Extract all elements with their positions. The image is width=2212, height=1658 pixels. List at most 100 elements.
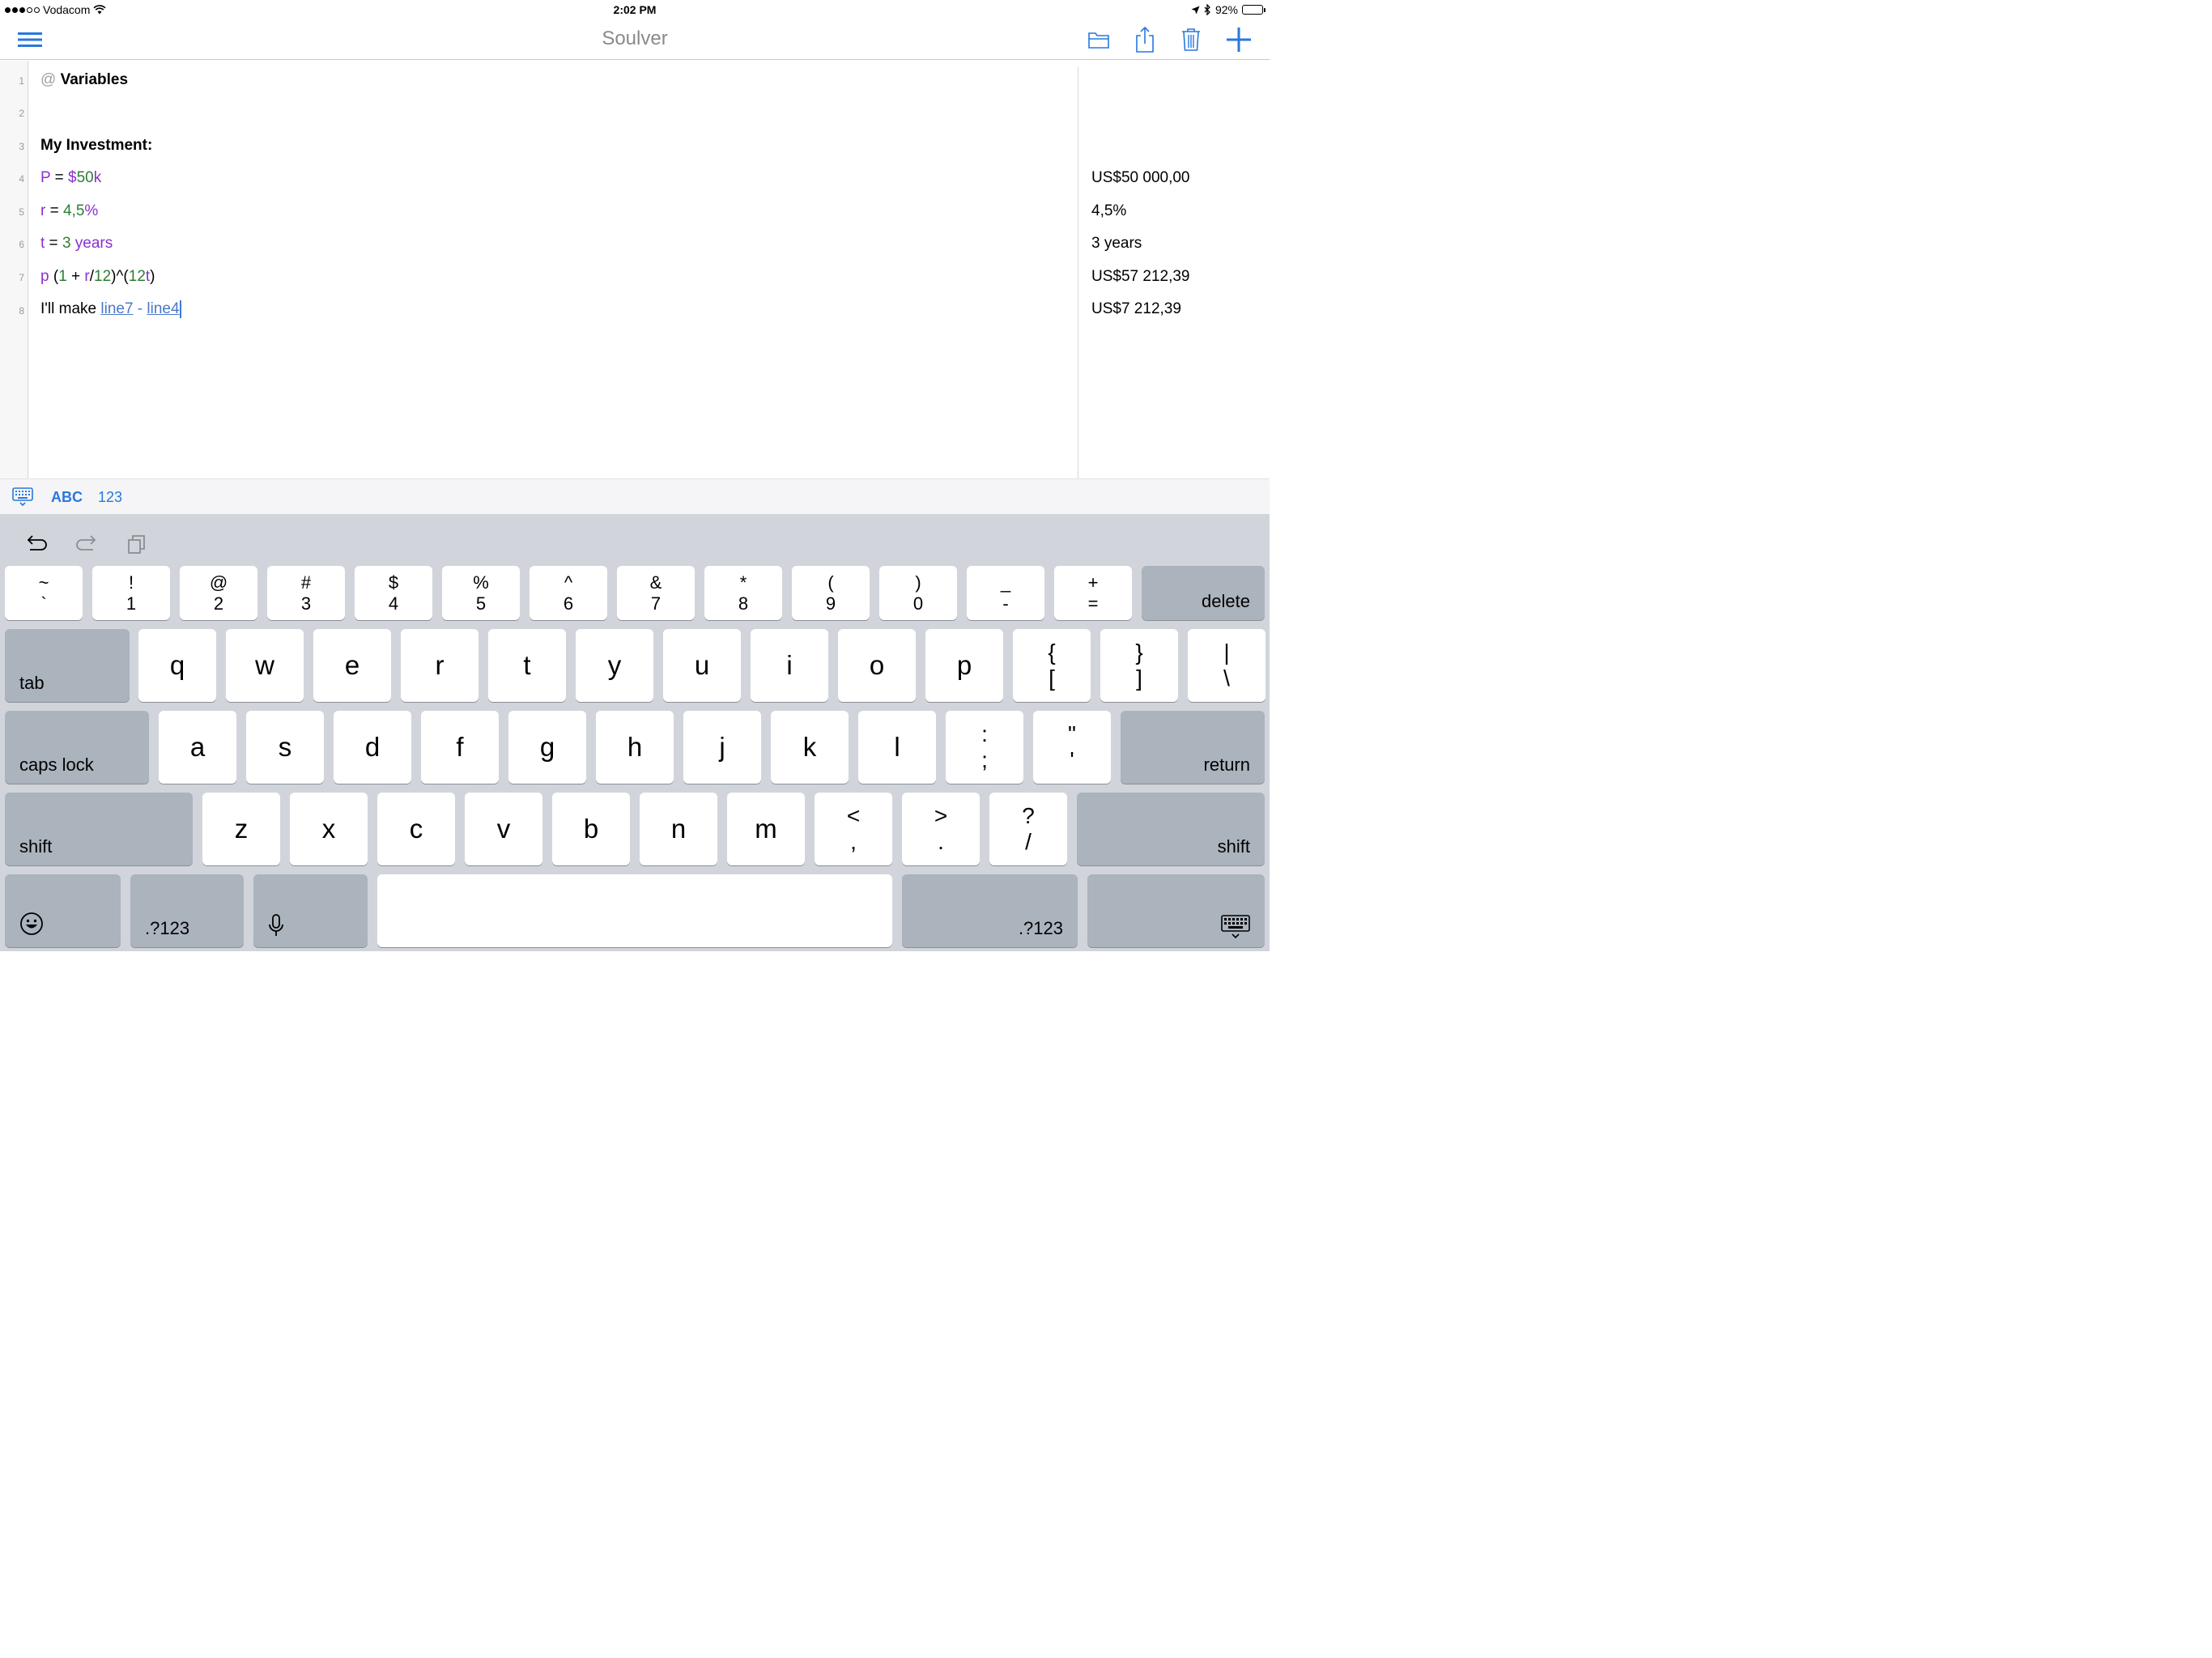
number-token: 4,5 (62, 202, 85, 220)
editor-line-7[interactable]: p (1 + r/12)^(12t) (40, 268, 155, 286)
operator-token: = (45, 235, 62, 253)
key-slash[interactable]: ? / (989, 793, 1068, 866)
key-l[interactable]: l (858, 711, 937, 784)
tab-key[interactable]: tab (5, 629, 130, 703)
key-i[interactable]: i (751, 629, 829, 703)
space-bar[interactable] (377, 874, 893, 948)
key-1[interactable]: ! 1 (92, 566, 171, 621)
line-reference-token[interactable]: line4 (147, 300, 179, 317)
key-u[interactable]: u (663, 629, 742, 703)
key-c[interactable]: c (377, 793, 456, 866)
key-w[interactable]: w (226, 629, 304, 703)
emoji-key[interactable] (5, 874, 121, 948)
key-o[interactable]: o (838, 629, 917, 703)
navigation-bar: Soulver (0, 19, 1270, 61)
key-x[interactable]: x (290, 793, 368, 866)
key-q[interactable]: q (138, 629, 217, 703)
key-n[interactable]: n (640, 793, 718, 866)
number-token: 50 (76, 169, 94, 187)
key-h[interactable]: h (596, 711, 674, 784)
key-z[interactable]: z (202, 793, 281, 866)
hide-keyboard-key[interactable] (1087, 874, 1266, 948)
dictation-key[interactable] (253, 874, 368, 948)
key-a[interactable]: a (159, 711, 237, 784)
editor-line-6[interactable]: t = 3 years (40, 235, 113, 253)
numbers-switch-key-right[interactable]: .?123 (902, 874, 1078, 948)
numbers-switch-key-left[interactable]: .?123 (130, 874, 245, 948)
key-6[interactable]: ^ 6 (530, 566, 608, 621)
key-m[interactable]: m (727, 793, 806, 866)
key-2[interactable]: @2 (180, 566, 258, 621)
key-e[interactable]: e (313, 629, 392, 703)
key-backtick[interactable]: ~ ` (5, 566, 83, 621)
key-period[interactable]: >. (902, 793, 981, 866)
return-key[interactable]: return (1121, 711, 1266, 784)
editor-line-5[interactable]: r = 4,5% (40, 202, 98, 220)
variable-token: P (40, 169, 51, 187)
line-number-gutter: 1 2 3 4 5 6 7 8 (0, 61, 29, 479)
key-5[interactable]: % 5 (442, 566, 521, 621)
header-marker: @ (40, 71, 57, 89)
key-b[interactable]: b (552, 793, 631, 866)
result-line-6[interactable]: 3 years (1091, 235, 1142, 253)
operator-token: = (50, 169, 69, 187)
key-v[interactable]: v (465, 793, 543, 866)
undo-icon[interactable] (22, 532, 51, 556)
key-j[interactable]: j (683, 711, 762, 784)
paste-icon[interactable] (122, 532, 151, 556)
editor-line-8[interactable]: I'll make line7 - line4 (40, 300, 181, 319)
key-quote[interactable]: " ' (1033, 711, 1112, 784)
result-line-4[interactable]: US$50 000,00 (1091, 169, 1190, 187)
folder-icon[interactable] (1085, 26, 1112, 53)
key-7[interactable]: & 7 (617, 566, 696, 621)
result-line-5[interactable]: 4,5% (1091, 202, 1126, 220)
result-line-8[interactable]: US$7 212,39 (1091, 300, 1181, 318)
operator-token: ) (150, 268, 155, 286)
key-minus[interactable]: _ - (967, 566, 1045, 621)
key-s[interactable]: s (246, 711, 325, 784)
trash-icon[interactable] (1177, 26, 1205, 53)
key-y[interactable]: y (576, 629, 654, 703)
abc-mode-button[interactable]: ABC (51, 489, 83, 506)
battery-percent: 92% (1214, 3, 1239, 17)
share-icon[interactable] (1131, 26, 1159, 53)
result-line-7[interactable]: US$57 212,39 (1091, 268, 1190, 286)
key-4[interactable]: $4 (355, 566, 433, 621)
editor-area[interactable]: 1 2 3 4 5 6 7 8 @ Variables My Investmen… (0, 61, 1270, 479)
key-g[interactable]: g (508, 711, 587, 784)
editor-line-1[interactable]: @ Variables (40, 71, 128, 89)
key-comma[interactable]: <, (815, 793, 893, 866)
right-shift-key[interactable]: shift (1077, 793, 1266, 866)
key-equals[interactable]: + = (1054, 566, 1133, 621)
caps-lock-key[interactable]: caps lock (5, 711, 150, 784)
keyboard-toggle-icon[interactable] (12, 487, 33, 511)
number-mode-button[interactable]: 123 (98, 489, 122, 506)
key-f[interactable]: f (421, 711, 500, 784)
status-bar: Vodacom 2:02 PM 92% (0, 0, 1270, 19)
key-backslash[interactable]: | \ (1188, 629, 1266, 703)
redo-icon[interactable] (72, 532, 101, 556)
operator-token: + (66, 268, 85, 286)
line-number: 2 (19, 108, 25, 120)
key-0[interactable]: ) 0 (879, 566, 958, 621)
plus-icon[interactable] (1225, 26, 1253, 53)
key-k[interactable]: k (771, 711, 849, 784)
key-semicolon[interactable]: :; (946, 711, 1024, 784)
key-r[interactable]: r (401, 629, 479, 703)
delete-key[interactable]: delete (1142, 566, 1266, 621)
operator-token: )^( (111, 268, 129, 286)
key-9[interactable]: (9 (792, 566, 870, 621)
line-reference-token[interactable]: line7 (100, 300, 133, 317)
key-left-bracket[interactable]: {[ (1013, 629, 1091, 703)
left-shift-key[interactable]: shift (5, 793, 194, 866)
editor-line-4[interactable]: P = $50k (40, 169, 101, 187)
key-p[interactable]: p (925, 629, 1004, 703)
emoji-icon (20, 912, 43, 935)
key-t[interactable]: t (488, 629, 567, 703)
key-8[interactable]: * 8 (704, 566, 783, 621)
editor-line-3[interactable]: My Investment: (40, 137, 152, 155)
key-3[interactable]: #3 (267, 566, 346, 621)
key-right-bracket[interactable]: }] (1100, 629, 1179, 703)
unit-token: k (93, 169, 102, 187)
key-d[interactable]: d (334, 711, 412, 784)
